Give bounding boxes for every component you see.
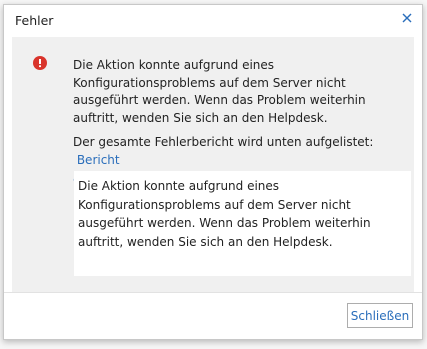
close-icon[interactable] (398, 9, 416, 27)
error-dialog: Fehler Die Aktion konnte aufgrund eines … (3, 4, 423, 340)
content-panel: Die Aktion konnte aufgrund eines Konfigu… (12, 37, 414, 292)
dialog-footer: Schließen (4, 292, 422, 340)
report-link-label: Bericht (76, 153, 120, 167)
error-details-text: Die Aktion konnte aufgrund eines Konfigu… (78, 179, 371, 249)
report-text: Der gesamte Fehlerbericht wird unten auf… (73, 135, 374, 149)
error-details-box: Die Aktion konnte aufgrund eines Konfigu… (74, 171, 411, 276)
error-circle-icon (33, 55, 47, 70)
close-button[interactable]: Schließen (347, 303, 413, 328)
dialog-title: Fehler (15, 13, 54, 28)
error-message: Die Aktion konnte aufgrund eines Konfigu… (73, 58, 366, 125)
dialog-title-bar: Fehler (4, 5, 422, 35)
